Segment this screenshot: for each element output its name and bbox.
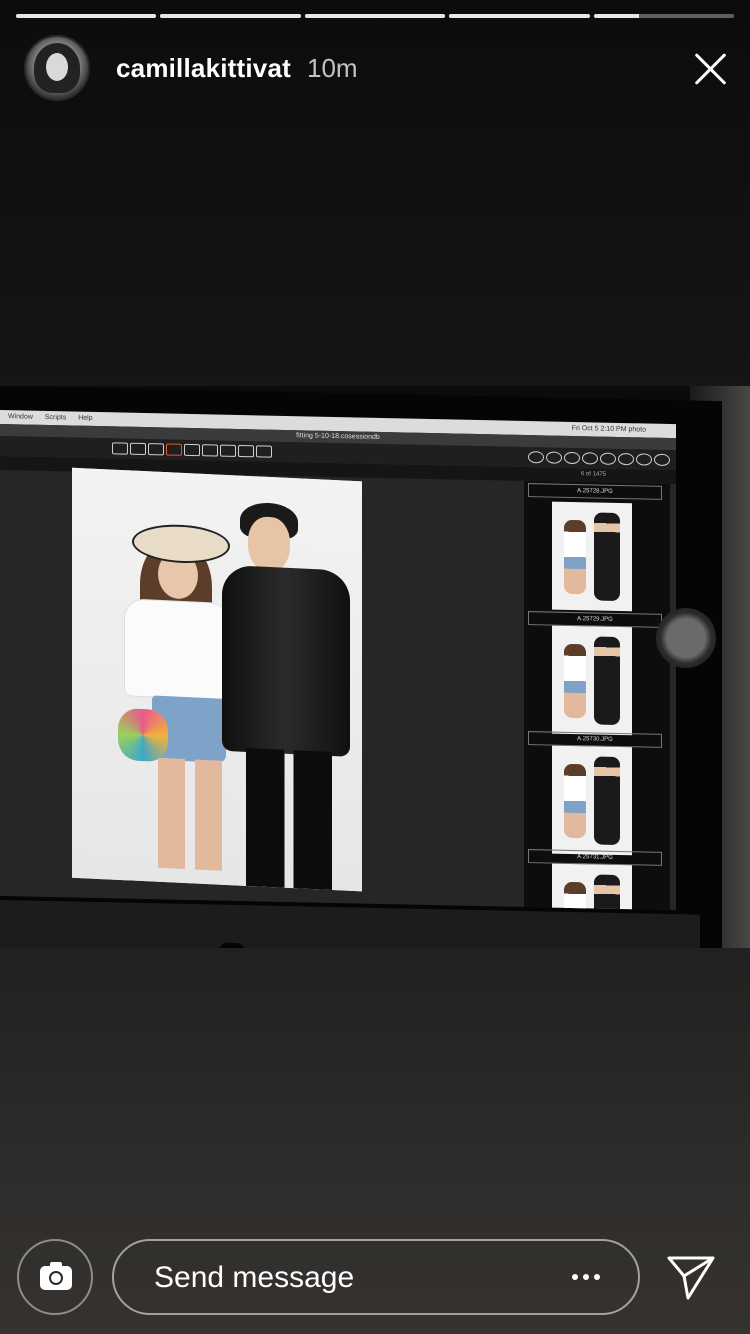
tool-icon: [220, 444, 236, 457]
tool-icon: [546, 451, 562, 464]
filmstrip: A.25728.JPG A.25729.JPG A.25730.JPG A.25…: [524, 480, 670, 911]
menubar-status: Fri Oct 5 2:10 PM photo: [571, 424, 646, 434]
camera-icon: [40, 1262, 72, 1290]
woven-bag: [118, 707, 168, 763]
film-thumbnail: [552, 745, 632, 856]
menu-item-help: Help: [78, 414, 93, 422]
story-header: camillakittivat 10m: [24, 35, 730, 101]
tool-icon: [184, 443, 200, 457]
tool-icon: [148, 443, 164, 456]
floating-home-button: [656, 608, 716, 668]
tool-icon: [130, 442, 146, 456]
woman-shirt: [124, 598, 230, 702]
tool-icon: [654, 453, 670, 467]
message-input[interactable]: [152, 1241, 536, 1315]
close-icon[interactable]: [692, 50, 728, 86]
tool-icon: [564, 451, 580, 465]
monitor: Window Scripts Help Fri Oct 5 2:10 PM ph…: [0, 386, 722, 948]
menu-item-window: Window: [8, 413, 33, 421]
film-label: A.25729.JPG: [528, 611, 662, 628]
send-icon[interactable]: [666, 1254, 716, 1302]
tool-icon: [600, 452, 616, 465]
man-face: [248, 516, 290, 572]
username[interactable]: camillakittivat: [116, 53, 291, 84]
tool-icon: [166, 443, 182, 456]
menu-item-scripts: Scripts: [44, 413, 67, 422]
image-count: 6 of 1475: [580, 471, 606, 478]
progress-segment: [593, 14, 735, 18]
story-progress: [16, 14, 735, 18]
progress-fill: [160, 14, 301, 18]
tool-icon: [636, 453, 652, 466]
camera-button[interactable]: [17, 1239, 93, 1315]
more-dots-icon[interactable]: [572, 1274, 600, 1280]
story-photo: Window Scripts Help Fri Oct 5 2:10 PM ph…: [0, 386, 750, 948]
film-thumbnail: [552, 501, 632, 612]
tool-icon: [238, 444, 254, 458]
menu-items: Window Scripts Help: [8, 413, 103, 422]
send-message-field[interactable]: [112, 1239, 640, 1315]
tool-icon: [112, 442, 128, 455]
avatar[interactable]: [24, 35, 90, 101]
film-thumbnail: [552, 863, 632, 910]
avatar-face: [46, 53, 68, 81]
film-label: A.25731.JPG: [528, 849, 662, 866]
progress-segment: [449, 14, 590, 18]
photo-viewer: [72, 467, 362, 892]
film-frame: A.25729.JPG: [528, 611, 662, 736]
progress-fill: [449, 14, 590, 18]
film-label: A.25730.JPG: [528, 731, 662, 748]
film-frame: A.25731.JPG: [528, 849, 662, 910]
leather-jacket: [222, 564, 350, 757]
man-pants: [246, 747, 332, 890]
woman-legs: [158, 757, 222, 871]
story-time: 10m: [306, 52, 358, 83]
film-frame: A.25728.JPG: [528, 483, 662, 612]
film-frame: A.25730.JPG: [528, 731, 662, 856]
tool-icon: [202, 444, 218, 457]
film-label: A.25728.JPG: [528, 483, 662, 500]
progress-segment: [304, 14, 446, 18]
progress-fill: [16, 14, 157, 18]
progress-segment: [160, 14, 301, 18]
tool-icon: [256, 445, 272, 458]
tool-icon: [618, 452, 634, 466]
apple-logo-icon: [218, 942, 246, 948]
progress-fill: [593, 14, 639, 18]
progress-fill: [304, 14, 446, 18]
tool-icon: [582, 452, 598, 465]
film-thumbnail: [552, 625, 632, 736]
monitor-screen: Window Scripts Help Fri Oct 5 2:10 PM ph…: [0, 410, 676, 911]
tool-icon: [528, 451, 544, 464]
progress-segment: [16, 14, 157, 18]
